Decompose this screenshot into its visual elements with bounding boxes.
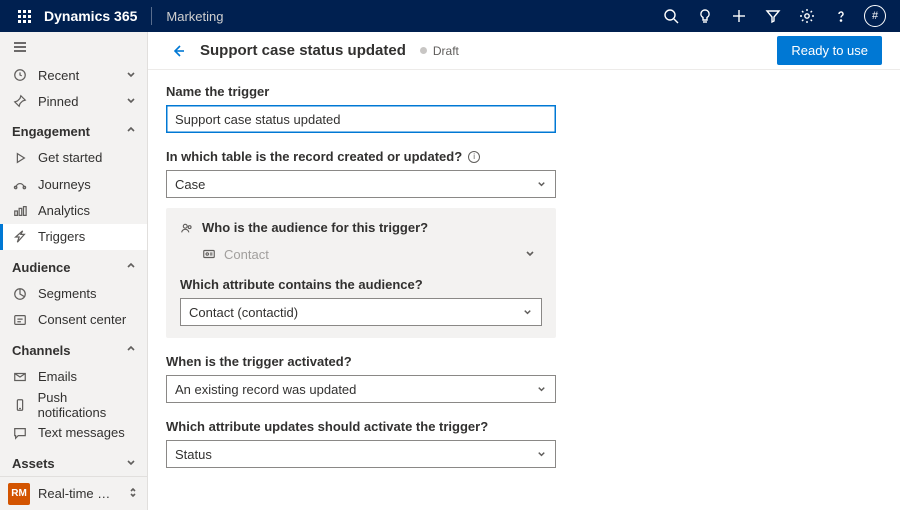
account-button[interactable]: #	[858, 0, 892, 32]
sidebar-item-segments[interactable]: Segments	[0, 280, 147, 306]
sidebar-group-audience[interactable]: Audience	[0, 254, 147, 280]
sidebar-item-label: Triggers	[38, 229, 85, 244]
journeys-icon	[12, 177, 28, 191]
chevron-down-icon	[125, 94, 137, 109]
activation-select[interactable]: An existing record was updated	[166, 375, 556, 403]
attr-audience-select[interactable]: Contact (contactid)	[180, 298, 542, 326]
table-select[interactable]: Case	[166, 170, 556, 198]
sidebar-item-label: Consent center	[38, 312, 126, 327]
audience-label: Who is the audience for this trigger?	[180, 220, 542, 235]
select-value: Status	[175, 447, 212, 462]
chevron-up-icon	[125, 260, 137, 275]
update-attr-select[interactable]: Status	[166, 440, 556, 468]
lightbulb-icon[interactable]	[688, 0, 722, 32]
activation-label: When is the trigger activated?	[166, 354, 882, 369]
chevron-down-icon	[536, 447, 547, 462]
main-content: Support case status updated Draft Ready …	[148, 32, 900, 510]
app-launcher-button[interactable]	[8, 10, 40, 23]
sidebar-item-label: Pinned	[38, 94, 78, 109]
add-icon[interactable]	[722, 0, 756, 32]
sidebar-item-label: Segments	[38, 286, 97, 301]
product-label: Marketing	[166, 9, 223, 24]
analytics-icon	[12, 204, 28, 218]
environment-name: Real-time marketi…	[38, 486, 119, 501]
mobile-icon	[12, 398, 28, 412]
header-divider	[151, 7, 152, 25]
sidebar: Recent Pinned Engagement Get started Jou…	[0, 32, 148, 510]
chevron-up-icon	[125, 343, 137, 358]
audience-panel: Who is the audience for this trigger? Co…	[166, 208, 556, 338]
chevron-down-icon	[125, 456, 137, 471]
page-header: Support case status updated Draft Ready …	[148, 32, 900, 70]
sidebar-toggle[interactable]	[0, 32, 147, 62]
sidebar-item-text-messages[interactable]: Text messages	[0, 420, 147, 446]
select-value: Contact	[224, 247, 269, 262]
people-icon	[180, 221, 194, 235]
avatar: #	[864, 5, 886, 27]
sidebar-item-label: Push notifications	[38, 390, 137, 420]
environment-switcher[interactable]: RM Real-time marketi…	[0, 476, 147, 509]
chevron-down-icon	[536, 177, 547, 192]
form: Name the trigger In which table is the r…	[148, 70, 900, 498]
clock-icon	[12, 68, 28, 82]
name-trigger-input[interactable]	[166, 105, 556, 133]
consent-icon	[12, 313, 28, 327]
waffle-icon	[18, 10, 31, 23]
sidebar-item-label: Recent	[38, 68, 79, 83]
chevron-down-icon	[536, 382, 547, 397]
help-icon[interactable]	[824, 0, 858, 32]
chat-icon	[12, 426, 28, 440]
sidebar-group-engagement[interactable]: Engagement	[0, 119, 147, 145]
chevron-down-icon	[524, 247, 536, 262]
sidebar-item-triggers[interactable]: Triggers	[0, 224, 147, 250]
sidebar-item-journeys[interactable]: Journeys	[0, 171, 147, 197]
sidebar-item-label: Journeys	[38, 177, 91, 192]
sidebar-item-push-notifications[interactable]: Push notifications	[0, 390, 147, 420]
environment-badge: RM	[8, 483, 30, 505]
sidebar-item-emails[interactable]: Emails	[0, 363, 147, 389]
sidebar-item-pinned[interactable]: Pinned	[0, 88, 147, 114]
back-button[interactable]	[166, 39, 190, 63]
status-dot	[420, 47, 427, 54]
sidebar-item-label: Get started	[38, 150, 102, 165]
sidebar-item-get-started[interactable]: Get started	[0, 145, 147, 171]
header-actions: #	[654, 0, 892, 32]
app-header: Dynamics 365 Marketing #	[0, 0, 900, 32]
sidebar-item-recent[interactable]: Recent	[0, 62, 147, 88]
chevron-down-icon	[522, 305, 533, 320]
attr-audience-label: Which attribute contains the audience?	[180, 277, 542, 292]
pin-icon	[12, 94, 28, 108]
audience-select[interactable]: Contact	[180, 241, 542, 267]
select-value: An existing record was updated	[175, 382, 356, 397]
table-label: In which table is the record created or …	[166, 149, 882, 164]
sidebar-item-consent-center[interactable]: Consent center	[0, 307, 147, 333]
page-title: Support case status updated	[200, 42, 406, 59]
filter-icon[interactable]	[756, 0, 790, 32]
sidebar-item-label: Analytics	[38, 203, 90, 218]
brand-label: Dynamics 365	[44, 8, 137, 24]
sidebar-item-label: Emails	[38, 369, 77, 384]
update-attr-label: Which attribute updates should activate …	[166, 419, 882, 434]
sidebar-item-analytics[interactable]: Analytics	[0, 197, 147, 223]
ready-to-use-button[interactable]: Ready to use	[777, 36, 882, 65]
select-value: Contact (contactid)	[189, 305, 298, 320]
chevron-up-icon	[125, 124, 137, 139]
search-icon[interactable]	[654, 0, 688, 32]
select-value: Case	[175, 177, 205, 192]
gear-icon[interactable]	[790, 0, 824, 32]
mail-icon	[12, 370, 28, 384]
contact-card-icon	[202, 247, 216, 261]
sidebar-group-assets[interactable]: Assets	[0, 450, 147, 476]
segments-icon	[12, 287, 28, 301]
triggers-icon	[12, 230, 28, 244]
chevron-down-icon	[125, 68, 137, 83]
status-badge: Draft	[433, 44, 459, 58]
info-icon[interactable]: i	[468, 151, 480, 163]
chevron-updown-icon	[127, 486, 139, 501]
sidebar-item-label: Text messages	[38, 425, 125, 440]
sidebar-group-channels[interactable]: Channels	[0, 337, 147, 363]
name-trigger-label: Name the trigger	[166, 84, 882, 99]
play-icon	[12, 151, 28, 165]
